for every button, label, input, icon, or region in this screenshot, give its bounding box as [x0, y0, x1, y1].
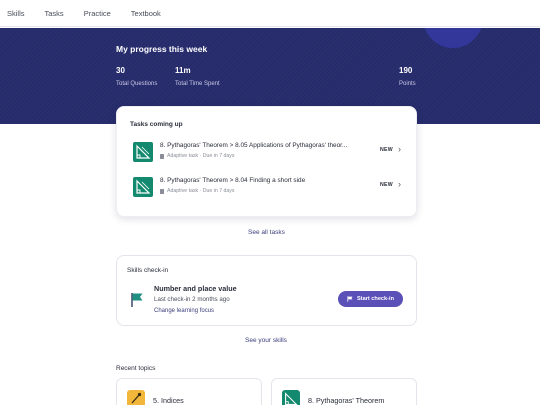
chevron-right-icon: › [398, 144, 401, 154]
task-row[interactable]: 8. Pythagoras' Theorem > 8.05 Applicatio… [130, 139, 407, 165]
task-meta: Adaptive task · Due in 7 days [160, 153, 360, 159]
see-all-tasks-link[interactable]: See all tasks [248, 229, 285, 236]
triangle-thumbnail-icon [133, 177, 153, 197]
topic-card-pythagoras[interactable]: 8. Pythagoras' Theorem [271, 378, 417, 405]
stat-label: Total Time Spent [175, 81, 220, 87]
stat-value: 190 [399, 66, 413, 75]
stat-total-questions: 30 Total Questions [116, 66, 157, 87]
topic-name: 5. Indices [153, 396, 184, 405]
task-name: 8. Pythagoras' Theorem > 8.04 Finding a … [160, 177, 306, 184]
document-icon [160, 153, 164, 159]
stat-total-time: 11m Total Time Spent [175, 66, 220, 87]
top-navigation: Skills Tasks Practice Textbook [0, 0, 540, 27]
nav-practice[interactable]: Practice [84, 9, 111, 18]
triangle-thumbnail-icon [133, 142, 153, 162]
stat-value: 11m [175, 66, 191, 75]
stat-label: Total Questions [116, 81, 158, 87]
topic-name: 8. Pythagoras' Theorem [308, 396, 385, 405]
skills-checkin-card: Skills check-in Number and place value L… [116, 255, 417, 326]
stat-value: 30 [116, 66, 125, 75]
skills-checkin-title: Skills check-in [127, 267, 169, 274]
skill-name: Number and place value [154, 284, 237, 293]
new-badge: NEW [380, 182, 394, 188]
change-learning-focus-link[interactable]: Change learning focus [154, 308, 214, 314]
progress-title: My progress this week [116, 44, 208, 54]
stat-points: 190 Points [399, 66, 416, 87]
task-text: 8. Pythagoras' Theorem > 8.04 Finding a … [160, 177, 360, 194]
recent-topics-title: Recent topics [116, 365, 156, 372]
last-checkin: Last check-in 2 months ago [154, 296, 230, 303]
task-meta-text: Adaptive task · Due in 7 days [167, 153, 235, 159]
topic-card-indices[interactable]: 5. Indices [116, 378, 262, 405]
document-icon [160, 188, 164, 194]
flag-icon [131, 293, 143, 307]
indices-thumbnail-icon [127, 390, 145, 405]
new-badge: NEW [380, 147, 394, 153]
task-meta-text: Adaptive task · Due in 7 days [167, 188, 235, 194]
decorative-circle [423, 28, 483, 48]
task-name: 8. Pythagoras' Theorem > 8.05 Applicatio… [160, 142, 348, 149]
see-your-skills-link[interactable]: See your skills [245, 337, 287, 344]
flag-icon [347, 296, 353, 302]
task-row[interactable]: 8. Pythagoras' Theorem > 8.04 Finding a … [130, 174, 407, 200]
stat-label: Points [399, 81, 416, 87]
tasks-card: Tasks coming up 8. Pythagoras' Theorem >… [116, 106, 417, 217]
triangle-thumbnail-icon [282, 390, 300, 405]
nav-tasks[interactable]: Tasks [45, 9, 64, 18]
tasks-card-title: Tasks coming up [130, 121, 183, 128]
task-meta: Adaptive task · Due in 7 days [160, 188, 360, 194]
start-checkin-label: Start check-in [357, 296, 394, 302]
nav-skills[interactable]: Skills [7, 9, 25, 18]
nav-textbook[interactable]: Textbook [131, 9, 161, 18]
task-text: 8. Pythagoras' Theorem > 8.05 Applicatio… [160, 142, 360, 159]
chevron-right-icon: › [398, 179, 401, 189]
start-checkin-button[interactable]: Start check-in [338, 291, 403, 307]
